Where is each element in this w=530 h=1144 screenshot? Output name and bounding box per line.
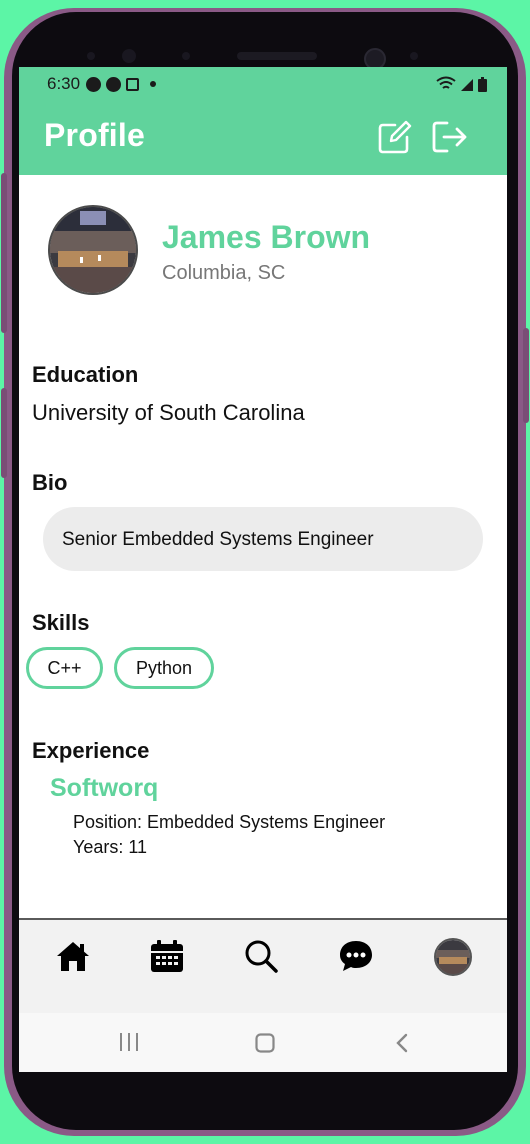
wifi-icon xyxy=(436,76,456,89)
search-icon xyxy=(245,940,278,973)
recents-button[interactable] xyxy=(119,1033,139,1056)
dot-icon xyxy=(150,81,157,87)
page-title: Profile xyxy=(44,117,145,153)
calendar-icon xyxy=(151,940,183,972)
app-screen: 6:30 Profile James Brown Columbia, SC Ed… xyxy=(19,67,507,1072)
sensor xyxy=(182,52,190,60)
bio-value: Senior Embedded Systems Engineer xyxy=(62,529,374,550)
edit-icon xyxy=(378,120,412,154)
bio-label: Bio xyxy=(32,470,68,495)
messenger-icon xyxy=(106,76,122,92)
skills-label: Skills xyxy=(32,610,90,635)
experience-label: Experience xyxy=(32,738,150,763)
experience-years: Years: 11 xyxy=(73,837,148,857)
tab-search[interactable] xyxy=(243,938,279,974)
signal-icon xyxy=(461,79,473,91)
volume-button xyxy=(1,173,7,333)
company-name: Softworq xyxy=(50,774,159,802)
education-label: Education xyxy=(32,362,139,387)
system-navigation-bar xyxy=(19,1013,507,1072)
home-button[interactable] xyxy=(255,1033,275,1058)
back-button[interactable] xyxy=(395,1033,409,1058)
app-header: 6:30 Profile xyxy=(19,67,507,175)
tab-messages[interactable] xyxy=(338,938,374,974)
logout-icon xyxy=(432,121,467,153)
status-bar: 6:30 xyxy=(47,72,487,96)
android-auto-icon xyxy=(86,76,102,92)
edit-profile-button[interactable] xyxy=(375,117,415,157)
front-sensor xyxy=(122,49,136,63)
skill-chip[interactable]: Python xyxy=(114,647,214,689)
profile-photo xyxy=(48,205,138,295)
skill-chip[interactable]: C++ xyxy=(26,647,103,689)
news-icon xyxy=(126,77,140,91)
logout-button[interactable] xyxy=(429,117,469,157)
bio-field: Senior Embedded Systems Engineer xyxy=(43,507,483,571)
user-location: Columbia, SC xyxy=(162,262,286,284)
bixby-button xyxy=(1,388,7,478)
status-time: 6:30 xyxy=(47,74,81,93)
earpiece-speaker xyxy=(237,52,317,60)
tab-calendar[interactable] xyxy=(149,938,185,974)
user-name: James Brown xyxy=(162,219,371,255)
power-button xyxy=(523,328,529,423)
bottom-tab-bar xyxy=(19,918,507,1015)
tab-home[interactable] xyxy=(55,938,91,974)
tab-profile[interactable] xyxy=(434,938,472,976)
sensor xyxy=(410,52,418,60)
sensor xyxy=(87,52,95,60)
education-value: University of South Carolina xyxy=(32,400,305,425)
home-icon xyxy=(57,942,89,971)
avatar xyxy=(436,940,470,974)
battery-icon xyxy=(478,76,487,92)
chat-icon xyxy=(340,941,372,971)
experience-position: Position: Embedded Systems Engineer xyxy=(73,812,386,832)
